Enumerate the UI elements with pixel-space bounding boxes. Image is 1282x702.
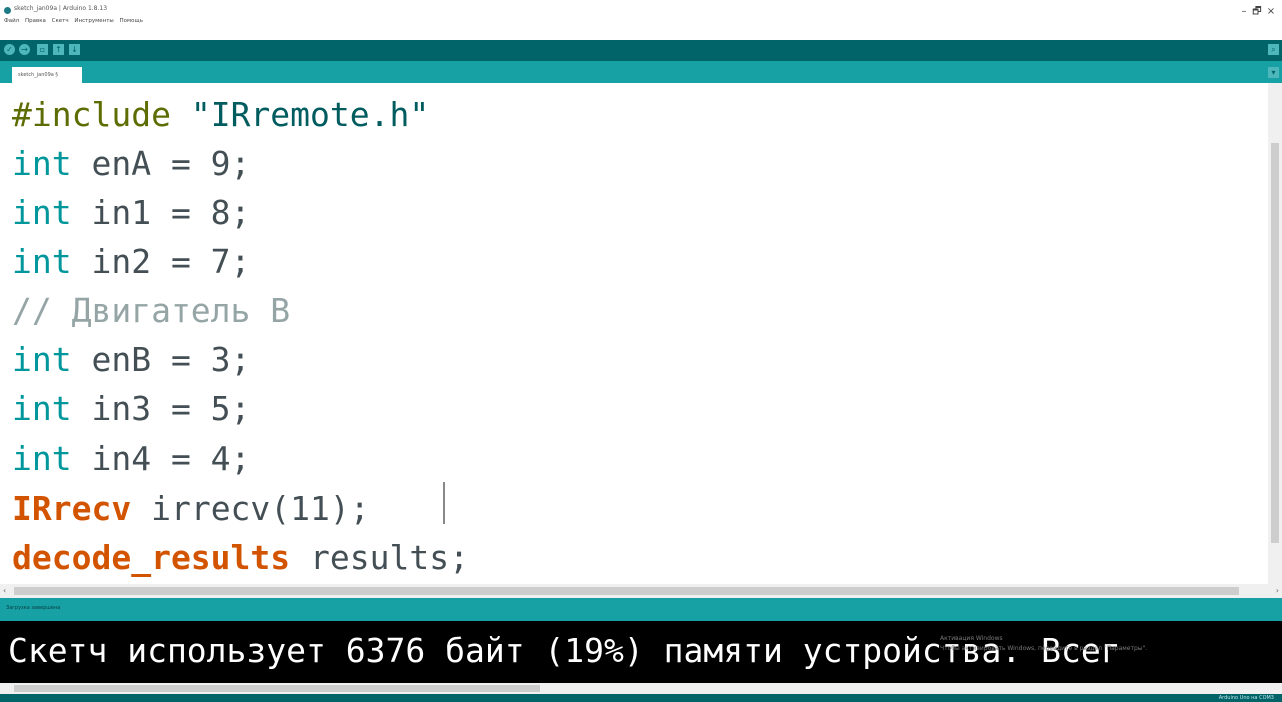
text-caret <box>443 482 445 524</box>
menu-sketch[interactable]: Скетч <box>52 18 69 24</box>
console-horizontal-scrollbar[interactable] <box>0 683 1282 694</box>
tab-bar: sketch_jan09a § ▾ <box>0 61 1282 83</box>
tab-menu-button[interactable]: ▾ <box>1268 67 1279 78</box>
scrollbar-thumb[interactable] <box>14 685 540 692</box>
type-keyword: int <box>12 389 72 428</box>
code-line-5: // Двигатель В <box>12 286 290 336</box>
editor-horizontal-scrollbar[interactable]: ‹ › <box>0 584 1282 598</box>
code-line-7: int in3 = 5; <box>12 384 250 434</box>
type-keyword: int <box>12 193 72 232</box>
window-title: sketch_jan09a | Arduino 1.8.13 <box>14 5 108 12</box>
new-sketch-button[interactable]: ▫ <box>37 44 48 55</box>
menu-edit[interactable]: Правка <box>25 18 46 24</box>
include-string: "IRremote.h" <box>190 95 430 134</box>
scroll-left-icon[interactable]: ‹ <box>3 584 6 598</box>
type-keyword: int <box>12 242 72 281</box>
declaration: enB = 3; <box>71 340 251 379</box>
windows-activation-hint: Чтобы активировать Windows, перейдите в … <box>940 645 1148 652</box>
close-button[interactable]: × <box>1264 6 1278 18</box>
upload-button[interactable]: → <box>19 44 30 55</box>
declaration: in4 = 4; <box>71 439 251 478</box>
code-line-1: #include "IRremote.h" <box>12 90 429 140</box>
include-directive: #include <box>12 95 171 134</box>
declaration: results; <box>290 538 469 577</box>
code-line-3: int in1 = 8; <box>12 188 250 238</box>
code-editor[interactable]: #include "IRremote.h" int enA = 9; int i… <box>0 83 1268 584</box>
menu-bar: Файл Правка Скетч Инструменты Помощь <box>4 18 147 24</box>
bottom-status-bar: Arduino Uno на COM3 <box>0 694 1282 702</box>
code-line-10: decode_results results; <box>12 533 469 583</box>
menu-file[interactable]: Файл <box>4 18 19 24</box>
scroll-right-icon[interactable]: › <box>1276 584 1279 598</box>
verify-button[interactable]: ✓ <box>4 44 15 55</box>
comment: // Двигатель В <box>12 291 291 330</box>
code-line-8: int in4 = 4; <box>12 434 250 484</box>
toolbar: ✓ → ▫ ↑ ↓ ⌕ <box>0 40 1282 61</box>
class-keyword: decode_results <box>12 538 291 577</box>
type-keyword: int <box>12 340 72 379</box>
declaration: enA = 9; <box>71 144 251 183</box>
code-line-6: int enB = 3; <box>12 335 250 385</box>
code-line-4: int in2 = 7; <box>12 237 250 287</box>
save-sketch-button[interactable]: ↓ <box>69 44 80 55</box>
maximize-button[interactable]: 🗗 <box>1250 6 1264 18</box>
console-output[interactable]: Скетч использует 6376 байт (19%) памяти … <box>0 621 1282 683</box>
menu-help[interactable]: Помощь <box>120 18 143 24</box>
scrollbar-thumb[interactable] <box>1271 143 1279 543</box>
code-line-9: IRrecv irrecv(11); <box>12 484 370 534</box>
editor-vertical-scrollbar[interactable] <box>1268 83 1282 584</box>
open-sketch-button[interactable]: ↑ <box>53 44 64 55</box>
serial-monitor-button[interactable]: ⌕ <box>1268 44 1279 55</box>
declaration: irrecv(11); <box>131 489 370 528</box>
status-message: Загрузка завершена <box>6 605 61 611</box>
title-bar: sketch_jan09a | Arduino 1.8.13 Файл Прав… <box>0 0 1282 40</box>
declaration: in1 = 8; <box>71 193 251 232</box>
board-port-info: Arduino Uno на COM3 <box>1218 695 1274 701</box>
code-line-2: int enA = 9; <box>12 139 250 189</box>
tab-sketch[interactable]: sketch_jan09a § <box>12 67 82 83</box>
minimize-button[interactable]: – <box>1237 6 1251 18</box>
status-bar: Загрузка завершена <box>0 598 1282 621</box>
declaration: in2 = 7; <box>71 242 251 281</box>
class-keyword: IRrecv <box>12 489 132 528</box>
arduino-logo-icon <box>4 7 11 14</box>
menu-tools[interactable]: Инструменты <box>74 18 113 24</box>
declaration: in3 = 5; <box>71 389 251 428</box>
type-keyword: int <box>12 144 72 183</box>
scrollbar-thumb[interactable] <box>14 587 1239 595</box>
windows-activation-watermark: Активация Windows <box>940 635 1003 642</box>
type-keyword: int <box>12 439 72 478</box>
